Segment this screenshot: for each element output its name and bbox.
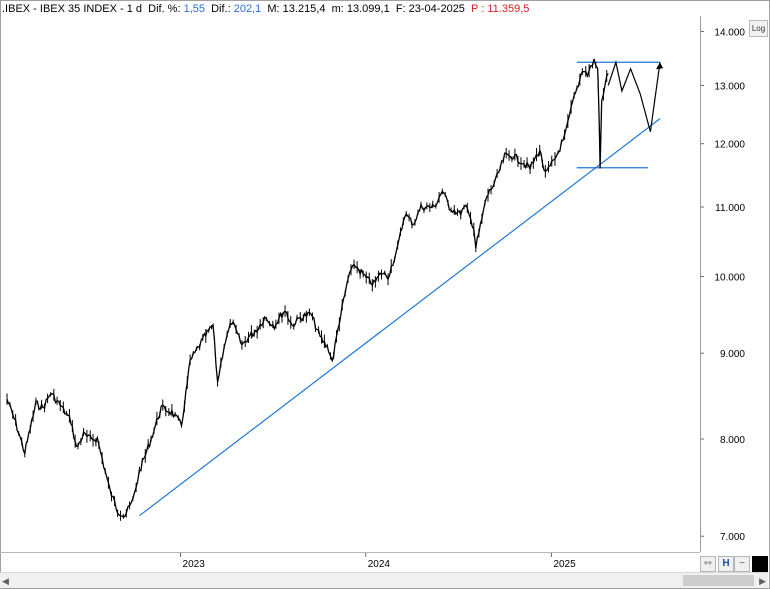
projection-path bbox=[607, 60, 661, 132]
time-axis bbox=[0, 552, 700, 573]
price-axis-line bbox=[700, 16, 701, 552]
y-tick-label: 11.000 bbox=[715, 203, 745, 214]
scroll-thumb[interactable] bbox=[683, 575, 754, 586]
y-tick-label: 14.000 bbox=[714, 27, 745, 38]
y-tick-label: 12.000 bbox=[714, 140, 745, 151]
chart-tools: ⇿ H − bbox=[700, 556, 768, 572]
scroll-right-icon[interactable]: ▶ bbox=[759, 576, 766, 587]
log-scale-button[interactable]: Log bbox=[749, 20, 768, 37]
price-line bbox=[6, 58, 609, 518]
y-tick-label: 10.000 bbox=[714, 272, 745, 283]
cursor-mode-icon[interactable]: H bbox=[718, 556, 734, 572]
shrink-zoom-icon[interactable]: ⇿ bbox=[700, 556, 716, 572]
horizontal-scrollbar[interactable]: ◀ ▶ bbox=[0, 572, 768, 588]
y-tick-label: 13.000 bbox=[714, 81, 745, 92]
support-trendline bbox=[139, 118, 661, 517]
projection-arrowhead bbox=[656, 62, 663, 70]
color-swatch-icon[interactable] bbox=[752, 556, 768, 572]
price-chart[interactable]: 7.000 8.000 9.000 10.000 11.000 12.000 13.000 1… bbox=[0, 0, 770, 589]
y-tick-label: 9.000 bbox=[720, 349, 745, 360]
y-tick-label: 8.000 bbox=[720, 435, 745, 446]
zoom-out-icon[interactable]: − bbox=[734, 556, 750, 572]
scroll-left-icon[interactable]: ◀ bbox=[2, 576, 9, 587]
y-tick-label: 7.000 bbox=[720, 532, 745, 543]
